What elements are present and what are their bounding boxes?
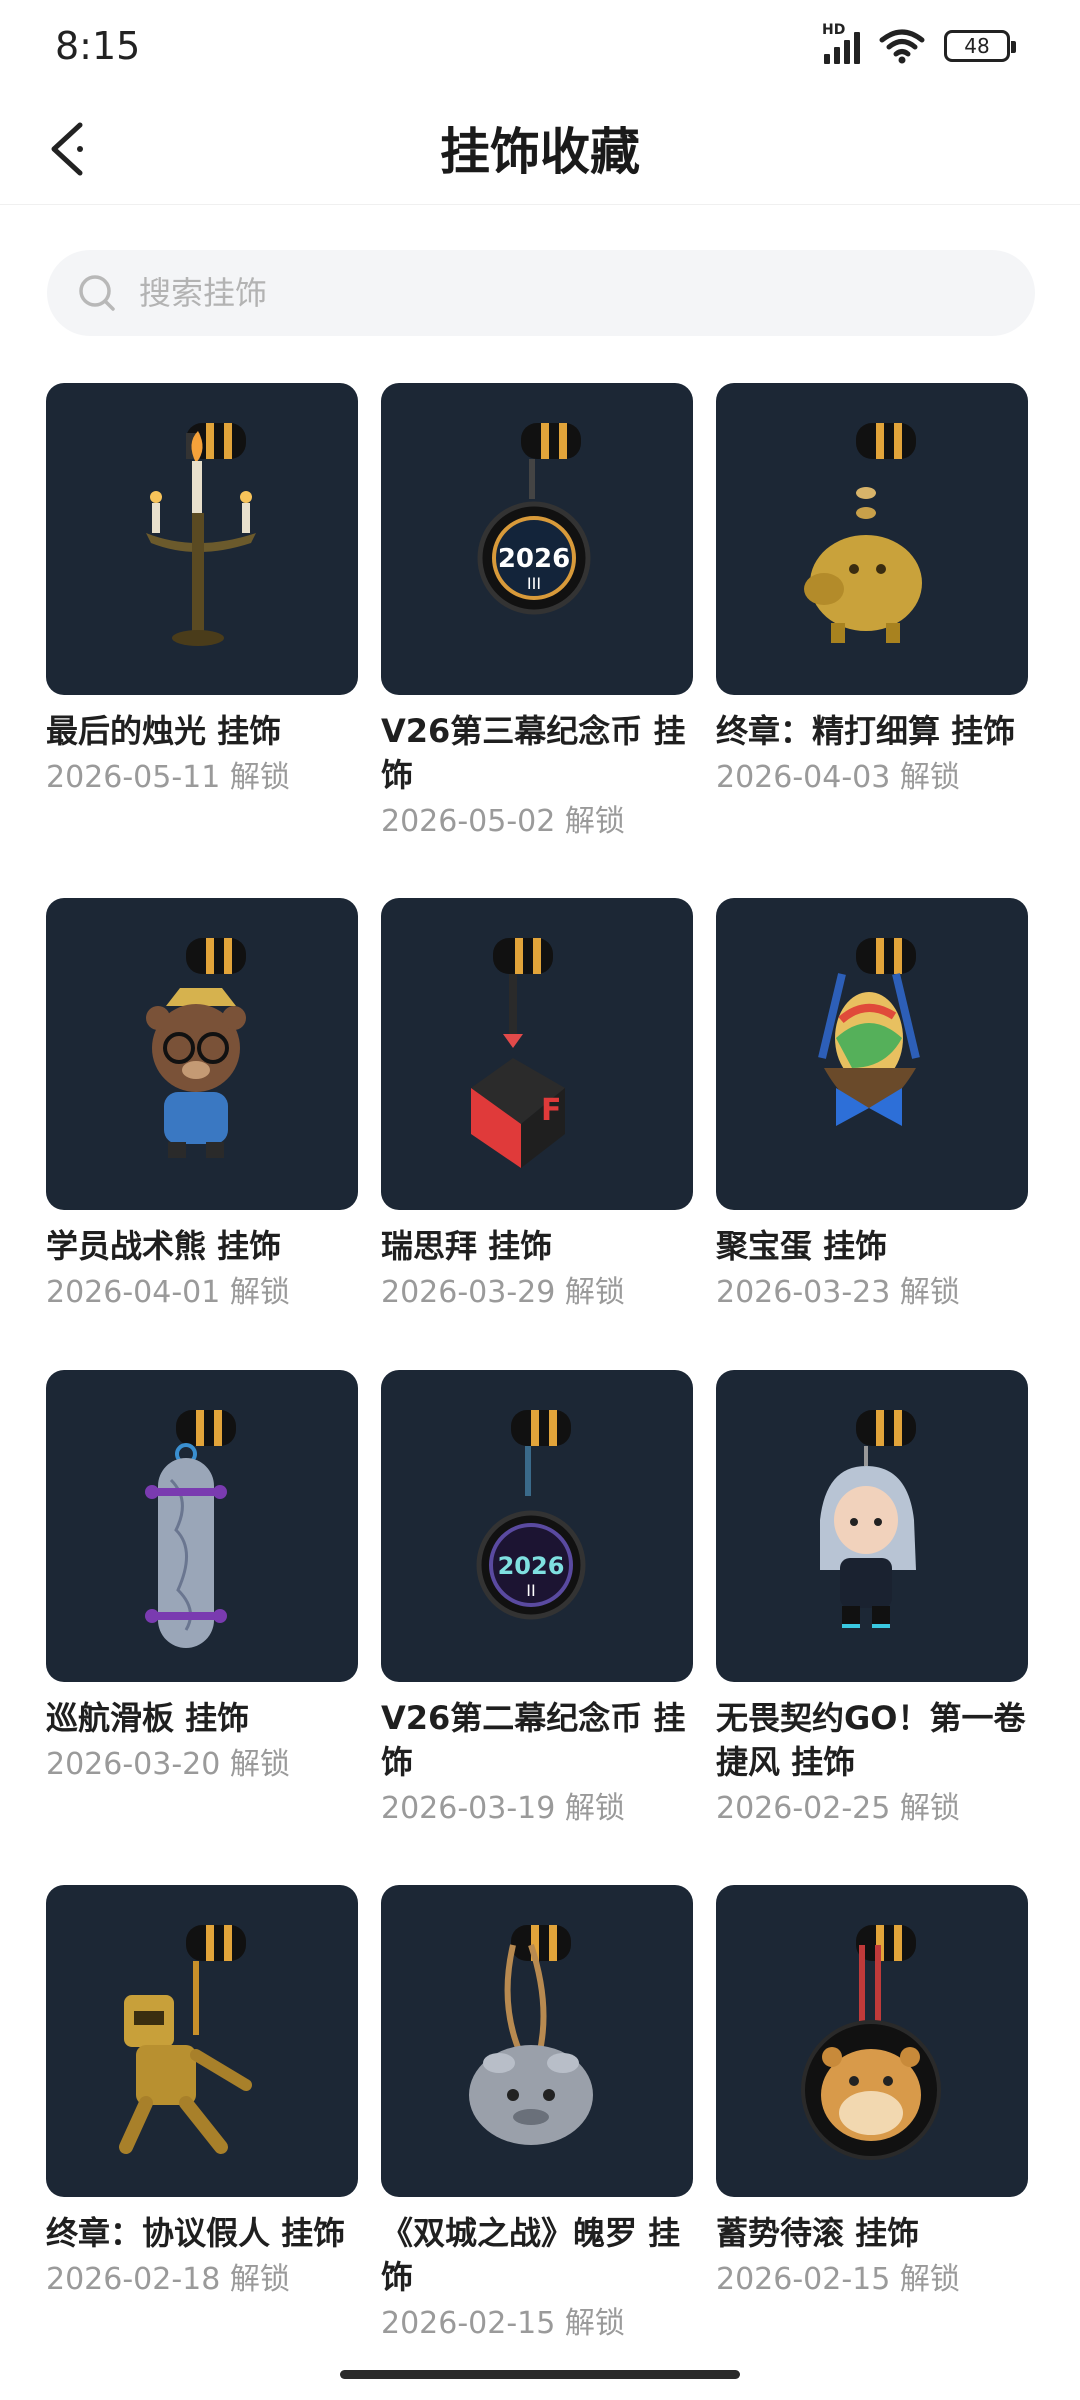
charm-thumbnail bbox=[46, 1885, 358, 2197]
unlock-date: 2026-03-23 解锁 bbox=[716, 1275, 960, 1310]
charm-thumbnail bbox=[716, 383, 1028, 695]
charm-card[interactable]: F 瑞思拜 挂饰 2026-03-29 解锁 bbox=[381, 898, 693, 1314]
charm-name: 终章：精打细算 挂饰 bbox=[716, 712, 1016, 750]
home-indicator[interactable] bbox=[340, 2370, 740, 2379]
svg-text:II: II bbox=[526, 1581, 535, 1600]
charm-name: 聚宝蛋 挂饰 bbox=[716, 1227, 888, 1265]
charm-name: 瑞思拜 挂饰 bbox=[381, 1227, 553, 1265]
header: 挂饰收藏 bbox=[0, 100, 1080, 205]
charm-thumbnail bbox=[381, 1885, 693, 2197]
unlock-date: 2026-04-03 解锁 bbox=[716, 760, 960, 795]
battery-icon: 48 bbox=[944, 30, 1016, 62]
unlock-date: 2026-02-18 解锁 bbox=[46, 2262, 290, 2297]
charm-card[interactable]: 终章：精打细算 挂饰 2026-04-03 解锁 bbox=[716, 383, 1028, 799]
charm-card[interactable]: 聚宝蛋 挂饰 2026-03-23 解锁 bbox=[716, 898, 1028, 1314]
svg-text:2026: 2026 bbox=[498, 544, 570, 574]
egg-basket-charm-icon bbox=[818, 938, 920, 1126]
charm-card[interactable]: 最后的烛光 挂饰 2026-05-11 解锁 bbox=[46, 383, 358, 799]
svg-text:F: F bbox=[541, 1093, 562, 1128]
charm-thumbnail bbox=[46, 898, 358, 1210]
unlock-date: 2026-04-01 解锁 bbox=[46, 1275, 290, 1310]
unlock-date: 2026-02-15 解锁 bbox=[381, 2306, 625, 2341]
charm-thumbnail bbox=[716, 1370, 1028, 1682]
charm-card[interactable]: 学员战术熊 挂饰 2026-04-01 解锁 bbox=[46, 898, 358, 1314]
svg-text:III: III bbox=[527, 574, 541, 593]
unlock-date: 2026-02-25 解锁 bbox=[716, 1791, 960, 1826]
charm-name: 终章：协议假人 挂饰 bbox=[46, 2214, 346, 2252]
gold-dummy-charm-icon bbox=[119, 1925, 252, 2154]
skateboard-charm-icon bbox=[145, 1410, 236, 1648]
charm-card[interactable]: 巡航滑板 挂饰 2026-03-20 解锁 bbox=[46, 1370, 358, 1786]
svg-text:2026: 2026 bbox=[498, 1552, 565, 1580]
status-icons: HD 48 bbox=[822, 22, 1016, 64]
charm-thumbnail: F bbox=[381, 898, 693, 1210]
charm-name: 无畏契约GO！第一卷 捷风 挂饰 bbox=[716, 1699, 1026, 1781]
charm-thumbnail bbox=[46, 1370, 358, 1682]
unlock-date: 2026-02-15 解锁 bbox=[716, 2262, 960, 2297]
charm-card[interactable]: 蓄势待滚 挂饰 2026-02-15 解锁 bbox=[716, 1885, 1028, 2301]
tactical-bear-charm-icon bbox=[146, 938, 246, 1158]
charm-thumbnail bbox=[716, 1885, 1028, 2197]
charm-card[interactable]: 《双城之战》魄罗 挂饰 2026-02-15 解锁 bbox=[381, 1885, 693, 2345]
status-time: 8:15 bbox=[55, 24, 141, 68]
charm-thumbnail bbox=[46, 383, 358, 695]
charm-thumbnail bbox=[716, 898, 1028, 1210]
charm-card[interactable]: 无畏契约GO！第一卷 捷风 挂饰 2026-02-25 解锁 bbox=[716, 1370, 1028, 1830]
unlock-date: 2026-05-11 解锁 bbox=[46, 760, 290, 795]
charm-name: 蓄势待滚 挂饰 bbox=[716, 2214, 920, 2252]
search-icon bbox=[79, 275, 115, 311]
hamster-charm-icon bbox=[801, 1925, 941, 2160]
status-bar: 8:15 HD 48 bbox=[0, 0, 1080, 100]
charm-name: 最后的烛光 挂饰 bbox=[46, 712, 282, 750]
charm-name: 巡航滑板 挂饰 bbox=[46, 1699, 250, 1737]
unlock-date: 2026-03-19 解锁 bbox=[381, 1791, 625, 1826]
gold-piggy-bank-charm-icon bbox=[804, 423, 922, 643]
coin-2026-iii-charm-icon: 2026 III bbox=[477, 423, 591, 615]
jett-figure-charm-icon bbox=[820, 1410, 916, 1628]
cellular-signal-icon: HD bbox=[822, 22, 860, 64]
hd-label: HD bbox=[822, 22, 846, 38]
charm-card[interactable]: 2026 II V26第二幕纪念币 挂饰 2026-03-19 解锁 bbox=[381, 1370, 693, 1830]
charm-name: V26第三幕纪念币 挂饰 bbox=[381, 712, 686, 794]
search-input[interactable] bbox=[139, 274, 939, 312]
battery-level: 48 bbox=[964, 34, 990, 58]
poro-charm-icon bbox=[469, 1925, 593, 2145]
unlock-date: 2026-03-20 解锁 bbox=[46, 1747, 290, 1782]
charm-card[interactable]: 2026 III V26第三幕纪念币 挂饰 2026-05-02 解锁 bbox=[381, 383, 693, 843]
wifi-icon bbox=[879, 29, 925, 64]
page-title: 挂饰收藏 bbox=[440, 123, 640, 181]
charm-name: 《双城之战》魄罗 挂饰 bbox=[381, 2214, 681, 2296]
charm-name: 学员战术熊 挂饰 bbox=[46, 1227, 282, 1265]
charm-name: V26第二幕纪念币 挂饰 bbox=[381, 1699, 686, 1781]
unlock-date: 2026-05-02 解锁 bbox=[381, 804, 625, 839]
candelabra-charm-icon bbox=[146, 423, 256, 646]
charm-thumbnail: 2026 II bbox=[381, 1370, 693, 1682]
charm-card[interactable]: 终章：协议假人 挂饰 2026-02-18 解锁 bbox=[46, 1885, 358, 2301]
search-bar[interactable] bbox=[47, 250, 1035, 336]
coin-2026-ii-charm-icon: 2026 II bbox=[476, 1410, 586, 1620]
charm-thumbnail: 2026 III bbox=[381, 383, 693, 695]
unlock-date: 2026-03-29 解锁 bbox=[381, 1275, 625, 1310]
red-cube-charm-icon: F bbox=[471, 938, 565, 1168]
